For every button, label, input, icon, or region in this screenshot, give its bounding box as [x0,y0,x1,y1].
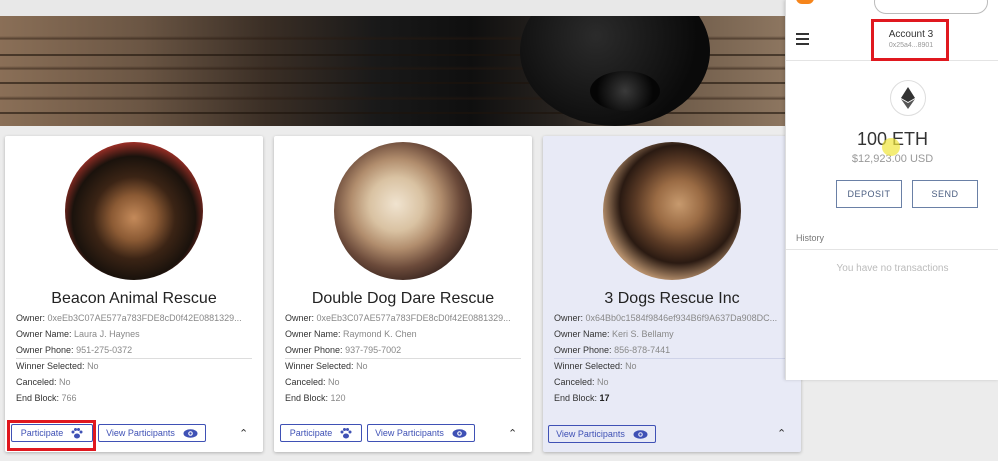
canceled-row: Canceled: No [16,377,71,387]
view-participants-button[interactable]: View Participants [367,424,475,442]
winner-row: Winner Selected: No [285,361,368,371]
winner-row: Winner Selected: No [554,361,637,371]
view-participants-label: View Participants [106,428,175,438]
rescue-avatar [603,142,741,280]
owner-phone-row: Owner Phone: 856-878-7441 [554,345,671,355]
hero-banner-image [0,16,785,126]
divider [285,358,521,359]
card-title: Double Dog Dare Rescue [311,290,495,307]
card-title: 3 Dogs Rescue Inc [604,290,740,307]
rescue-card: Beacon Animal Rescue Owner: 0xeEb3C07AE5… [5,136,263,452]
divider [554,358,790,359]
owner-name-row: Owner Name: Raymond K. Chen [285,329,417,339]
divider [786,249,998,250]
account-highlight-box [871,19,949,61]
divider [16,358,252,359]
rescue-card-selected: 3 Dogs Rescue Inc Owner: 0x64Bb0c1584f98… [543,136,801,452]
owner-row: Owner: 0xeEb3C07AE577a783FDE8cD0f42E0881… [16,313,242,323]
ethereum-icon [890,80,926,116]
chevron-up-icon[interactable]: ⌃ [239,427,248,440]
send-button[interactable]: SEND [912,180,978,208]
eye-icon [452,428,467,438]
owner-name-row: Owner Name: Laura J. Haynes [16,329,140,339]
card-title: Beacon Animal Rescue [51,290,217,307]
participate-label: Participate [289,428,333,438]
owner-row: Owner: 0x64Bb0c1584f9846ef934B6f9A637Da9… [554,313,778,323]
network-selector[interactable] [874,0,988,14]
no-transactions-text: You have no transactions [836,263,949,274]
view-participants-button[interactable]: View Participants [98,424,206,442]
deposit-button[interactable]: DEPOSIT [836,180,902,208]
owner-name-row: Owner Name: Keri S. Bellamy [554,329,674,339]
chevron-up-icon[interactable]: ⌃ [508,427,517,440]
end-block-row: End Block: 766 [16,393,77,403]
canceled-row: Canceled: No [554,377,609,387]
eye-icon [183,428,198,438]
participate-highlight-box [7,420,96,451]
participate-button[interactable]: Participate [280,424,362,442]
view-participants-label: View Participants [556,429,625,439]
view-participants-label: View Participants [375,428,444,438]
history-heading: History [796,233,825,243]
owner-phone-row: Owner Phone: 937-795-7002 [285,345,402,355]
eye-icon [633,429,648,439]
metamask-fox-icon [796,0,814,4]
paw-icon [340,427,352,438]
mouse-cursor-highlight [882,138,900,156]
owner-phone-row: Owner Phone: 951-275-0372 [16,345,133,355]
rescue-avatar [65,142,203,280]
chevron-up-icon[interactable]: ⌃ [777,427,786,440]
view-participants-button[interactable]: View Participants [548,425,656,443]
end-block-row: End Block: 17 [554,393,610,403]
winner-row: Winner Selected: No [16,361,99,371]
rescue-avatar [334,142,472,280]
owner-row: Owner: 0xeEb3C07AE577a783FDE8cD0f42E0881… [285,313,511,323]
menu-icon[interactable] [796,33,809,48]
canceled-row: Canceled: No [285,377,340,387]
end-block-row: End Block: 120 [285,393,346,403]
rescue-card: Double Dog Dare Rescue Owner: 0xeEb3C07A… [274,136,532,452]
